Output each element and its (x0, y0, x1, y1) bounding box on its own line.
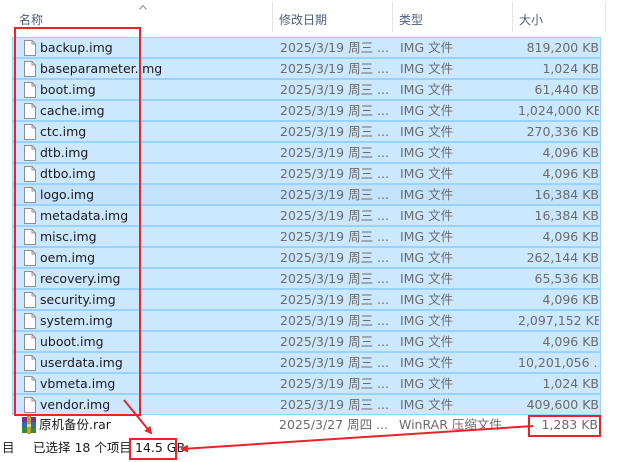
file-date: 2025/3/19 周三 ... (280, 313, 389, 328)
file-date: 2025/3/19 周三 ... (280, 397, 389, 412)
file-type: IMG 文件 (400, 271, 454, 286)
annotation-box-names (14, 27, 141, 416)
file-size: 65,536 KB (534, 271, 599, 286)
status-fragment: 目 (2, 440, 15, 455)
file-date: 2025/3/19 周三 ... (280, 61, 389, 76)
file-size: 819,200 KB (526, 40, 599, 55)
annotation-box-rar-size (528, 415, 601, 437)
column-type[interactable]: 类型 (394, 0, 512, 36)
file-type: IMG 文件 (400, 166, 454, 181)
file-type: IMG 文件 (400, 103, 454, 118)
file-type: IMG 文件 (400, 355, 454, 370)
column-divider[interactable] (605, 2, 606, 32)
file-size: 4,096 KB (542, 334, 599, 349)
file-size: 4,096 KB (542, 145, 599, 160)
file-size: 270,336 KB (526, 124, 599, 139)
winrar-icon (22, 416, 36, 434)
file-date: 2025/3/19 周三 ... (280, 250, 389, 265)
file-date: 2025/3/19 周三 ... (280, 124, 389, 139)
file-date: 2025/3/19 周三 ... (280, 145, 389, 160)
file-size: 16,384 KB (534, 208, 599, 223)
file-type: IMG 文件 (400, 208, 454, 223)
file-date: 2025/3/19 周三 ... (280, 229, 389, 244)
file-date: 2025/3/19 周三 ... (280, 187, 389, 202)
file-date: 2025/3/19 周三 ... (280, 271, 389, 286)
file-size: 10,201,056 ... (518, 355, 599, 370)
file-size: 1,024,000 KB (518, 103, 599, 118)
file-type: IMG 文件 (400, 376, 454, 391)
file-type: IMG 文件 (400, 334, 454, 349)
file-size: 4,096 KB (542, 292, 599, 307)
status-selected-count: 已选择 18 个项目 (33, 440, 132, 455)
column-divider[interactable] (512, 2, 513, 32)
table-row[interactable]: 原机备份.rar 2025/3/27 周四 ... WinRAR 压缩文件 1,… (12, 415, 601, 436)
file-type: IMG 文件 (400, 397, 454, 412)
file-type: IMG 文件 (400, 187, 454, 202)
file-type: IMG 文件 (400, 40, 454, 55)
file-type: IMG 文件 (400, 145, 454, 160)
file-date: 2025/3/19 周三 ... (280, 376, 389, 391)
file-date: 2025/3/19 周三 ... (280, 166, 389, 181)
file-type: IMG 文件 (400, 82, 454, 97)
file-type: IMG 文件 (400, 250, 454, 265)
file-size: 262,144 KB (526, 250, 599, 265)
file-size: 4,096 KB (542, 166, 599, 181)
file-date: 2025/3/19 周三 ... (280, 40, 389, 55)
file-type: IMG 文件 (400, 313, 454, 328)
file-date: 2025/3/27 周四 ... (279, 417, 388, 432)
file-date: 2025/3/19 周三 ... (280, 292, 389, 307)
file-size: 1,024 KB (542, 376, 599, 391)
file-type: IMG 文件 (400, 61, 454, 76)
column-date[interactable]: 修改日期 (274, 0, 392, 36)
file-size: 61,440 KB (534, 82, 599, 97)
file-size: 2,097,152 KB (518, 313, 599, 328)
file-size: 4,096 KB (542, 229, 599, 244)
status-bar: 目 已选择 18 个项目 14.5 GB (0, 437, 634, 462)
column-divider[interactable] (272, 2, 273, 32)
file-type: IMG 文件 (400, 124, 454, 139)
annotation-box-total-size (129, 438, 177, 460)
column-size[interactable]: 大小 (514, 0, 614, 36)
file-date: 2025/3/19 周三 ... (280, 103, 389, 118)
file-size: 409,600 KB (526, 397, 599, 412)
file-type: WinRAR 压缩文件 (399, 417, 502, 432)
file-name: 原机备份.rar (39, 417, 111, 432)
file-size: 16,384 KB (534, 187, 599, 202)
file-type: IMG 文件 (400, 229, 454, 244)
file-date: 2025/3/19 周三 ... (280, 355, 389, 370)
file-type: IMG 文件 (400, 292, 454, 307)
column-divider[interactable] (392, 2, 393, 32)
file-date: 2025/3/19 周三 ... (280, 334, 389, 349)
file-size: 1,024 KB (542, 61, 599, 76)
file-date: 2025/3/19 周三 ... (280, 208, 389, 223)
file-date: 2025/3/19 周三 ... (280, 82, 389, 97)
